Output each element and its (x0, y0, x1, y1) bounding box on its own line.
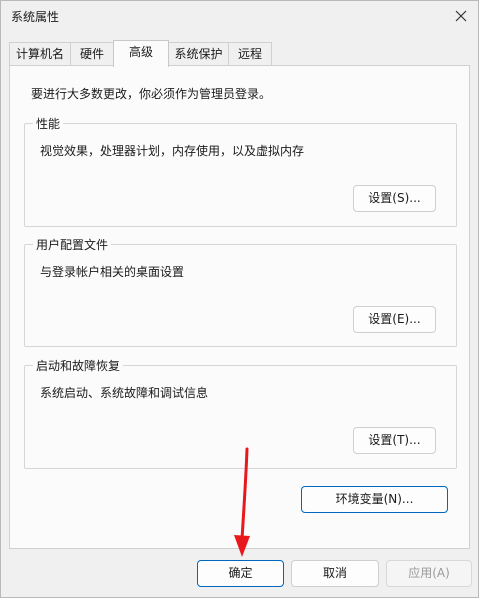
annotation-arrow-icon (234, 447, 250, 557)
user-profiles-settings-button[interactable]: 设置(E)... (353, 306, 436, 333)
startup-recovery-description-text: 系统启动、系统故障和调试信息 (40, 386, 209, 400)
tab-computer-name[interactable]: 计算机名 (9, 42, 71, 66)
user-profiles-group: 用户配置文件 与登录帐户相关的桌面设置 设置(E)... (24, 236, 457, 347)
apply-button: 应用(A) (386, 560, 472, 587)
ok-button[interactable]: 确定 (197, 560, 284, 587)
tab-remote[interactable]: 远程 (228, 42, 272, 66)
close-icon (455, 10, 467, 22)
tab-advanced[interactable]: 高级 (113, 40, 169, 67)
performance-description: 视觉效果，处理器计划，内存使用，以及虚拟内存 (40, 144, 305, 158)
performance-settings-button[interactable]: 设置(S)... (353, 185, 436, 212)
startup-recovery-settings-button[interactable]: 设置(T)... (353, 427, 436, 454)
environment-variables-button[interactable]: 环境变量(N)... (301, 486, 448, 513)
title-bar: 系统属性 (1, 1, 478, 31)
user-profiles-group-title: 用户配置文件 (33, 236, 112, 253)
window-title: 系统属性 (11, 10, 60, 24)
admin-notice: 要进行大多数更改，你必须作为管理员登录。 (31, 87, 272, 101)
startup-recovery-group-title: 启动和故障恢复 (33, 357, 124, 374)
close-button[interactable] (450, 5, 472, 27)
user-profiles-description: 与登录帐户相关的桌面设置 (40, 265, 185, 279)
performance-group-title: 性能 (33, 115, 64, 132)
system-properties-window: 系统属性 计算机名 硬件 高级 系统保护 远程 要进行大多数更改，你必须作为管理… (0, 0, 479, 598)
tab-system-protection[interactable]: 系统保护 (168, 42, 229, 66)
tab-hardware[interactable]: 硬件 (70, 42, 114, 66)
performance-group: 性能 视觉效果，处理器计划，内存使用，以及虚拟内存 设置(S)... (24, 115, 457, 227)
cancel-button[interactable]: 取消 (291, 560, 379, 587)
